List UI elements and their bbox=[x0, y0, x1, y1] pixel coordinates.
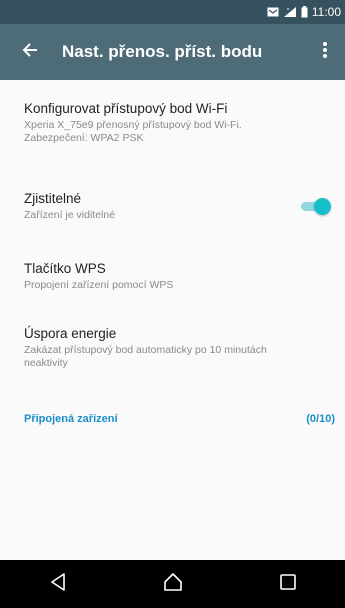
back-button[interactable] bbox=[2, 24, 58, 80]
nav-back-button[interactable] bbox=[34, 560, 82, 608]
setting-title: Konfigurovat přístupový bod Wi-Fi bbox=[24, 101, 228, 116]
app-bar: Nast. přenos. příst. bodu bbox=[0, 24, 345, 80]
setting-summary-line: Zakázat přístupový bod automaticky po 10… bbox=[24, 344, 267, 356]
navigation-bar bbox=[0, 560, 345, 608]
page-title: Nast. přenos. příst. bodu bbox=[62, 42, 263, 61]
battery-icon bbox=[301, 6, 308, 18]
setting-summary-line: Xperia X_75e9 přenosný přístupový bod Wi… bbox=[24, 119, 242, 131]
setting-energy-saving[interactable]: Úspora energie Zakázat přístupový bod au… bbox=[24, 325, 335, 370]
nav-home-button[interactable] bbox=[149, 560, 197, 608]
back-triangle-icon bbox=[50, 572, 66, 596]
status-bar: 11:00 bbox=[0, 0, 345, 24]
overflow-menu-button[interactable] bbox=[305, 24, 345, 80]
setting-discoverable[interactable]: Zjistitelné Zařízení je viditelné bbox=[24, 190, 335, 222]
discoverable-toggle[interactable] bbox=[299, 196, 331, 216]
setting-summary: Xperia X_75e9 přenosný přístupový bod Wi… bbox=[24, 119, 335, 145]
setting-configure-hotspot[interactable]: Konfigurovat přístupový bod Wi-Fi Xperia… bbox=[24, 100, 335, 145]
connected-devices-label: Připojená zařízení bbox=[24, 413, 118, 425]
setting-summary-line: neaktivity bbox=[24, 357, 68, 369]
nav-recents-button[interactable] bbox=[264, 560, 312, 608]
setting-wps-button[interactable]: Tlačítko WPS Propojení zařízení pomocí W… bbox=[24, 260, 335, 292]
setting-title: Úspora energie bbox=[24, 326, 117, 341]
connected-devices-count: (0/10) bbox=[306, 413, 335, 425]
signal-icon bbox=[283, 6, 297, 18]
setting-summary: Propojení zařízení pomocí WPS bbox=[24, 279, 174, 291]
recents-icon bbox=[279, 573, 296, 595]
setting-summary-line: Zabezpečení: WPA2 PSK bbox=[24, 132, 144, 144]
connected-devices-header: Připojená zařízení (0/10) bbox=[24, 413, 335, 425]
setting-title: Tlačítko WPS bbox=[24, 261, 106, 276]
clock: 11:00 bbox=[311, 5, 341, 19]
setting-summary: Zařízení je viditelné bbox=[24, 209, 116, 221]
notification-icon bbox=[267, 7, 279, 17]
arrow-back-icon bbox=[22, 42, 38, 63]
toggle-thumb bbox=[314, 198, 331, 215]
more-vert-icon bbox=[323, 41, 327, 63]
home-icon bbox=[163, 572, 183, 596]
setting-summary: Zakázat přístupový bod automaticky po 10… bbox=[24, 344, 335, 370]
setting-title: Zjistitelné bbox=[24, 191, 82, 206]
